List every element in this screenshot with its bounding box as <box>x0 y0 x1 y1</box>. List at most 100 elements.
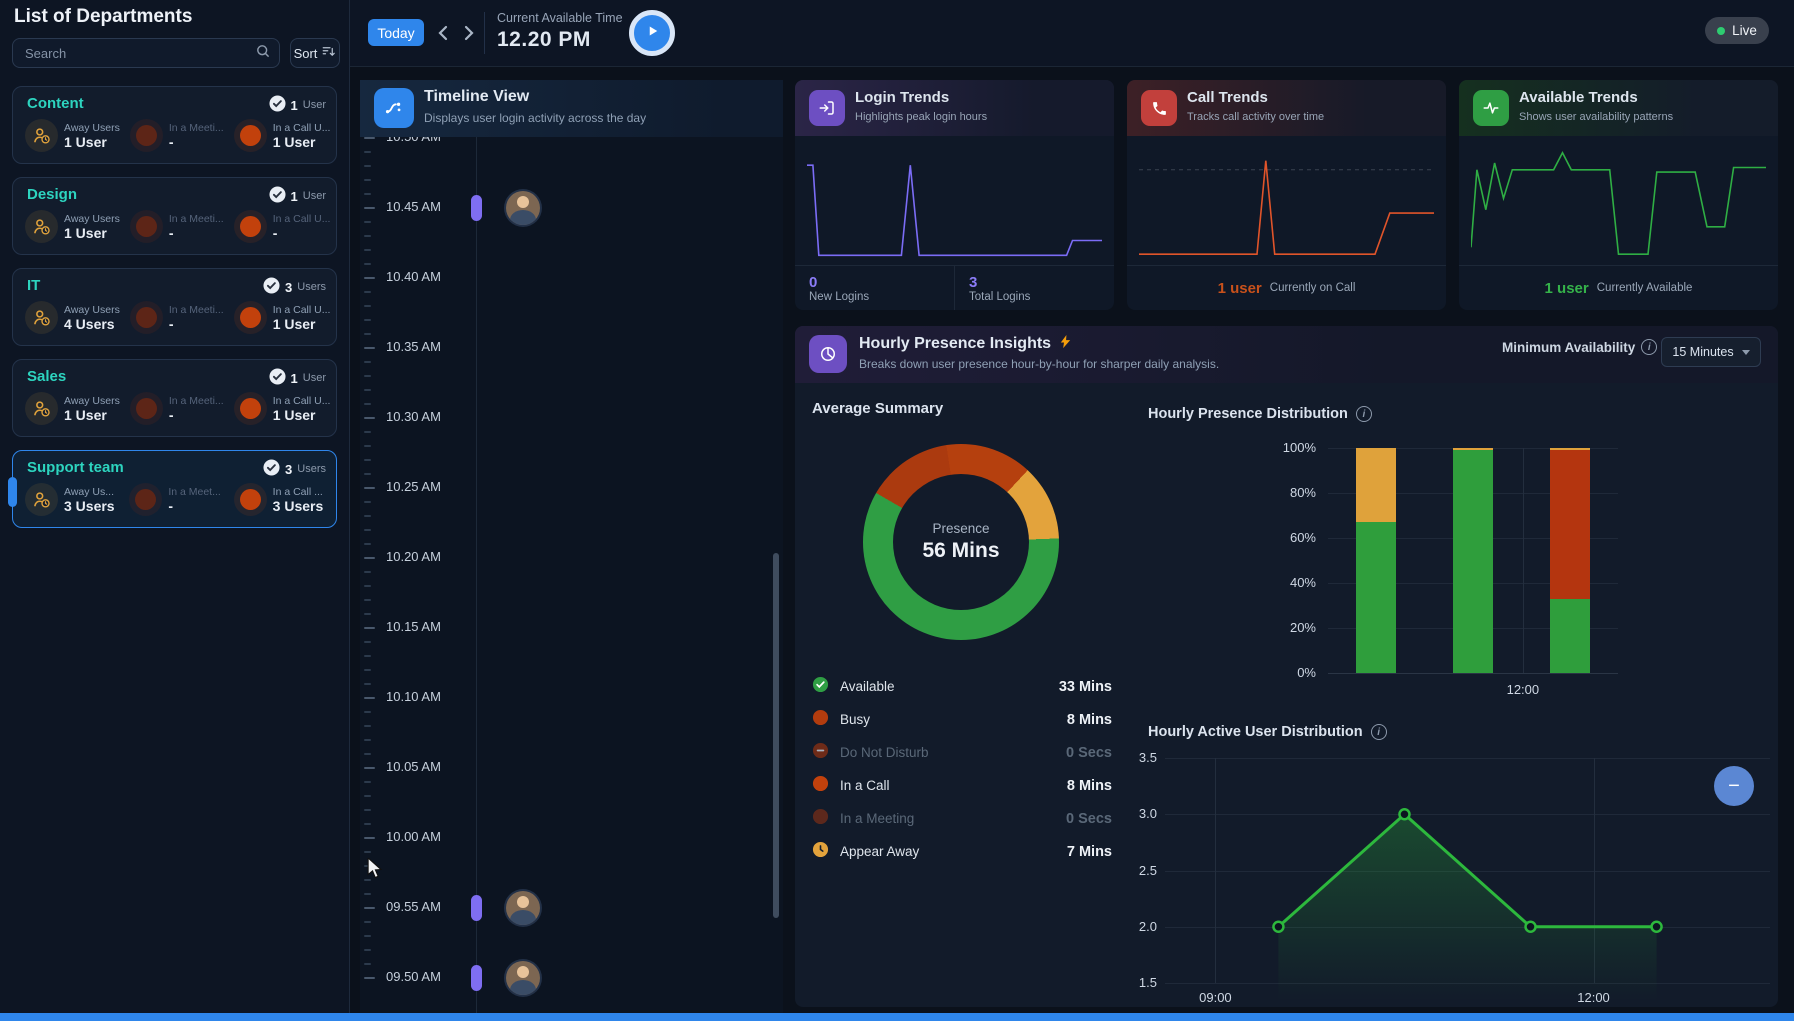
timeline-minor-tick <box>364 459 371 461</box>
legend-label: In a Call <box>840 778 890 793</box>
presence-legend: Available33 MinsBusy8 MinsDo Not Disturb… <box>812 670 1112 868</box>
timeline-minor-tick <box>364 683 371 685</box>
info-icon[interactable]: i <box>1356 406 1372 422</box>
department-card-it[interactable]: IT3UsersAway Users4 UsersIn a Meeti...-I… <box>12 268 337 346</box>
in-a-meeting-icon <box>130 119 163 152</box>
in-a-call-icon <box>234 210 267 243</box>
timeline-event-marker[interactable] <box>471 965 482 991</box>
timeline-subtitle: Displays user login activity across the … <box>424 111 646 125</box>
info-icon[interactable]: i <box>1371 724 1387 740</box>
timeline-minor-tick <box>364 361 371 363</box>
user-avatar[interactable] <box>506 891 540 925</box>
timeline-minor-tick <box>364 641 371 643</box>
sort-button[interactable]: Sort <box>290 38 340 68</box>
timeline-panel: Timeline View Displays user login activi… <box>360 80 783 1013</box>
today-button[interactable]: Today <box>368 19 424 46</box>
legend-item-appear-away[interactable]: Appear Away7 Mins <box>812 835 1112 868</box>
call-trends-header: Call Trends Tracks call activity over ti… <box>1127 80 1446 136</box>
y-axis-tick: 40% <box>1255 575 1316 590</box>
legend-item-in-a-meeting[interactable]: In a Meeting0 Secs <box>812 802 1112 835</box>
timeline-major-tick <box>364 697 375 699</box>
timeline-scrollbar[interactable] <box>773 553 779 918</box>
timeline-minor-tick <box>364 949 371 951</box>
away-user-icon <box>25 392 58 425</box>
zoom-out-button[interactable]: − <box>1714 766 1754 806</box>
minimum-availability-dropdown[interactable]: 15 Minutes <box>1661 337 1761 367</box>
legend-item-available[interactable]: Available33 Mins <box>812 670 1112 703</box>
timeline-minor-tick <box>364 571 371 573</box>
timeline-time-label: 10.45 AM <box>386 199 456 214</box>
live-status-dot <box>1717 27 1725 35</box>
search-box[interactable] <box>12 38 280 68</box>
timeline-minor-tick <box>364 515 371 517</box>
department-name: Design <box>27 186 77 203</box>
legend-item-do-not-disturb[interactable]: Do Not Disturb0 Secs <box>812 736 1112 769</box>
stat-away: Away Us...3 Users <box>25 483 119 516</box>
in-a-call-icon <box>234 392 267 425</box>
new-logins-value: 0 <box>809 274 954 291</box>
check-icon <box>269 186 286 206</box>
sort-icon <box>321 44 336 62</box>
timeline-minor-tick <box>364 291 371 293</box>
timeline-minor-tick <box>364 921 371 923</box>
dnd-icon <box>812 742 829 764</box>
in-a-call-icon <box>234 483 267 516</box>
in-a-call-icon <box>234 301 267 334</box>
away-user-icon <box>25 301 58 334</box>
bar-segment-appear_away <box>1453 448 1493 450</box>
timeline-time-label: 10.50 AM <box>386 137 456 144</box>
y-axis-tick: 2.0 <box>1127 919 1157 934</box>
available-trends-title: Available Trends <box>1519 89 1638 106</box>
timeline-minor-tick <box>364 879 371 881</box>
department-card-sales[interactable]: Sales1UserAway Users1 UserIn a Meeti...-… <box>12 359 337 437</box>
timeline-major-tick <box>364 347 375 349</box>
info-icon[interactable]: i <box>1641 339 1657 355</box>
bar-segment-available <box>1453 450 1493 673</box>
search-input[interactable] <box>23 45 255 62</box>
sidebar-title: List of Departments <box>14 6 192 28</box>
search-icon <box>255 43 271 64</box>
stat-meeting: In a Meeti...- <box>130 210 224 243</box>
y-axis-tick: 1.5 <box>1127 975 1157 990</box>
timeline-major-tick <box>364 417 375 419</box>
timeline-time-label: 10.30 AM <box>386 409 456 424</box>
y-axis-tick: 3.0 <box>1127 806 1157 821</box>
department-card-design[interactable]: Design1UserAway Users1 UserIn a Meeti...… <box>12 177 337 255</box>
dashboard-root: List of Departments Sort Content1UserAwa… <box>0 0 1794 1021</box>
legend-item-in-a-call[interactable]: In a Call8 Mins <box>812 769 1112 802</box>
department-user-count-badge: 1User <box>269 368 326 388</box>
timeline-major-tick <box>364 627 375 629</box>
timeline-event-marker[interactable] <box>471 895 482 921</box>
stat-call: In a Call U...- <box>234 210 331 243</box>
hourly-presence-distribution-chart: 100%80%60%40%20%0%12:00 <box>1255 436 1635 708</box>
department-card-support-team[interactable]: Support team3UsersAway Us...3 UsersIn a … <box>12 450 337 528</box>
timeline-minor-tick <box>364 543 371 545</box>
live-badge[interactable]: Live <box>1705 17 1769 44</box>
play-icon <box>643 22 661 45</box>
available-trends-header: Available Trends Shows user availability… <box>1459 80 1778 136</box>
in-a-meeting-icon <box>130 301 163 334</box>
timeline-minor-tick <box>364 529 371 531</box>
user-avatar[interactable] <box>506 191 540 225</box>
timeline-event-marker[interactable] <box>471 195 482 221</box>
legend-item-busy[interactable]: Busy8 Mins <box>812 703 1112 736</box>
insights-header: Hourly Presence Insights Breaks down use… <box>795 326 1778 383</box>
timeline-major-tick <box>364 277 375 279</box>
timeline-minor-tick <box>364 375 371 377</box>
legend-value: 7 Mins <box>1067 844 1112 860</box>
department-card-content[interactable]: Content1UserAway Users1 UserIn a Meeti..… <box>12 86 337 164</box>
timeline-time-label: 09.55 AM <box>386 899 456 914</box>
timeline-minor-tick <box>364 599 371 601</box>
departments-sidebar: List of Departments Sort Content1UserAwa… <box>0 0 350 1013</box>
bar-segment-appear_away <box>1550 448 1590 450</box>
stat-call: In a Call U...1 User <box>234 301 331 334</box>
call-trends-chart <box>1139 144 1434 264</box>
x-axis-tick: 12:00 <box>1493 682 1553 697</box>
new-logins-stat: 0 New Logins <box>795 266 954 310</box>
timeline-major-tick <box>364 137 375 139</box>
play-button[interactable] <box>629 10 675 56</box>
previous-day-button[interactable] <box>434 23 454 43</box>
hourly-presence-distribution-title: Hourly Presence Distribution i <box>1148 406 1372 422</box>
user-avatar[interactable] <box>506 961 540 995</box>
next-day-button[interactable] <box>458 23 478 43</box>
